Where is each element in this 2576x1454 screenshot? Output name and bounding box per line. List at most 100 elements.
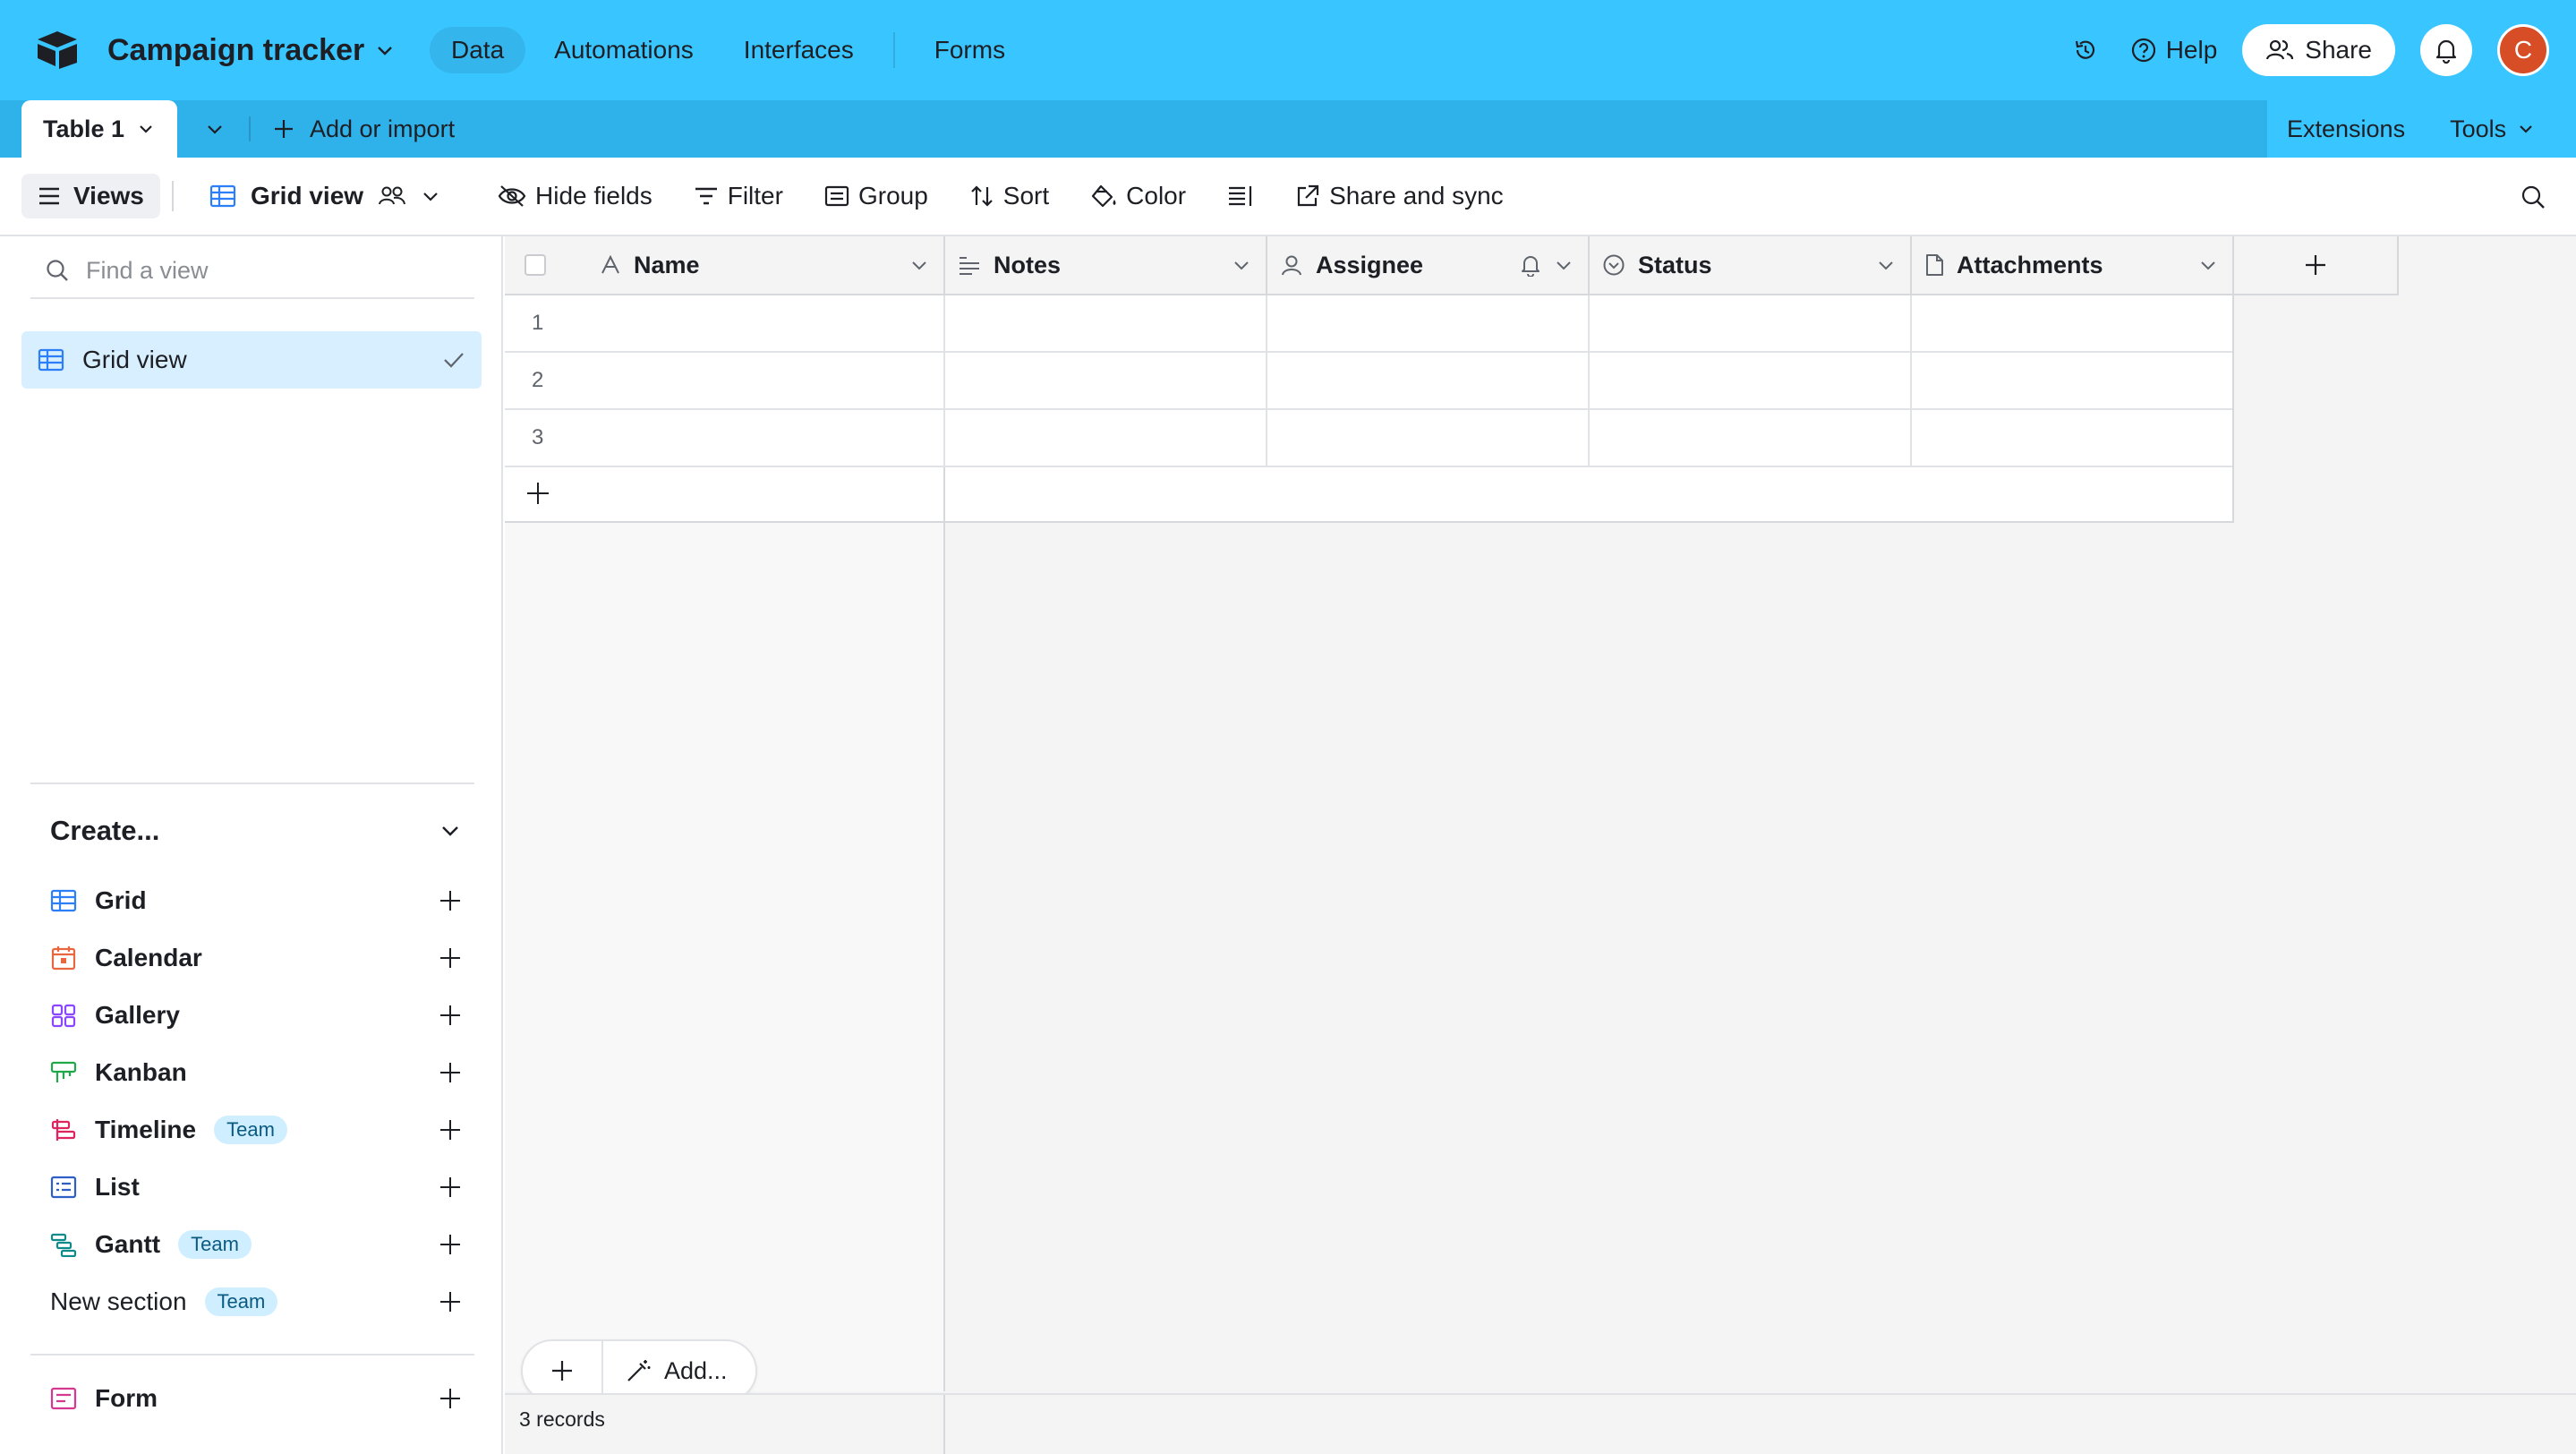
plus-icon xyxy=(439,946,462,970)
column-header-attachments[interactable]: Attachments xyxy=(1912,236,2234,295)
cell-notes[interactable] xyxy=(945,410,1267,466)
table-row[interactable]: 3 xyxy=(505,410,2232,467)
base-title[interactable]: Campaign tracker xyxy=(107,27,395,73)
plus-icon xyxy=(439,889,462,912)
hide-fields-button[interactable]: Hide fields xyxy=(485,174,665,218)
tab-table-1[interactable]: Table 1 xyxy=(21,100,177,158)
column-status-label: Status xyxy=(1638,251,1712,278)
share-button[interactable]: Share xyxy=(2242,24,2395,76)
tools-button[interactable]: Tools xyxy=(2450,115,2535,143)
create-calendar-item[interactable]: Calendar xyxy=(50,929,462,987)
filter-button[interactable]: Filter xyxy=(681,174,796,218)
help-button[interactable]: Help xyxy=(2130,36,2217,64)
cell-notes[interactable] xyxy=(945,295,1267,351)
cell-name[interactable] xyxy=(505,295,945,351)
column-header-status[interactable]: Status xyxy=(1590,236,1912,295)
create-new-section-item[interactable]: New section Team xyxy=(50,1273,462,1330)
cell-status[interactable] xyxy=(1590,353,1912,408)
sidebar-divider xyxy=(30,783,474,784)
view-toolbar: Views Grid view Hide fields Filter Group… xyxy=(0,158,2576,236)
menu-icon xyxy=(38,186,61,206)
create-item-label: Gallery xyxy=(95,1001,180,1029)
grid-edge xyxy=(2232,295,2234,523)
create-list-item[interactable]: List xyxy=(50,1159,462,1216)
sidebar-divider xyxy=(30,1354,474,1356)
view-name-label: Grid view xyxy=(251,182,364,210)
cell-attachments[interactable] xyxy=(1912,410,2232,466)
bell-icon[interactable] xyxy=(1520,253,1541,277)
views-toggle-button[interactable]: Views xyxy=(21,174,160,218)
frozen-divider xyxy=(943,1395,945,1454)
cell-status[interactable] xyxy=(1590,410,1912,466)
column-header-notes[interactable]: Notes xyxy=(945,236,1267,295)
create-kanban-item[interactable]: Kanban xyxy=(50,1044,462,1101)
create-item-label: Calendar xyxy=(95,944,202,971)
add-or-import-button[interactable]: Add or import xyxy=(272,100,455,158)
group-button[interactable]: Group xyxy=(812,174,941,218)
app-header: Campaign tracker Data Automations Interf… xyxy=(0,0,2576,100)
create-gantt-item[interactable]: Gantt Team xyxy=(50,1216,462,1273)
create-item-label: Kanban xyxy=(95,1058,187,1086)
plus-icon xyxy=(439,1004,462,1027)
cell-assignee[interactable] xyxy=(1267,410,1590,466)
cell-status[interactable] xyxy=(1590,295,1912,351)
find-view-search[interactable]: Find a view xyxy=(30,244,474,299)
row-height-icon[interactable] xyxy=(1215,174,1267,218)
add-or-import-label: Add or import xyxy=(310,115,456,142)
paint-bucket-icon xyxy=(1090,184,1117,209)
chevron-down-icon[interactable] xyxy=(1232,255,1251,275)
create-section-toggle[interactable]: Create... xyxy=(50,806,462,856)
create-grid-item[interactable]: Grid xyxy=(50,872,462,929)
create-form-item[interactable]: Form xyxy=(50,1370,462,1427)
table-row[interactable]: 1 xyxy=(505,295,2232,353)
chevron-down-icon[interactable] xyxy=(1876,255,1896,275)
cell-attachments[interactable] xyxy=(1912,353,2232,408)
nav-interfaces[interactable]: Interfaces xyxy=(722,27,875,73)
cell-name[interactable] xyxy=(505,353,945,408)
plus-icon xyxy=(439,1387,462,1410)
column-header-assignee[interactable]: Assignee xyxy=(1267,236,1590,295)
cell-name[interactable] xyxy=(505,410,945,466)
chevron-down-icon[interactable] xyxy=(909,255,929,275)
nav-forms[interactable]: Forms xyxy=(913,27,1027,73)
search-icon[interactable] xyxy=(2513,177,2553,217)
table-row[interactable]: 2 xyxy=(505,353,2232,410)
user-avatar[interactable]: C xyxy=(2497,24,2549,76)
cell-assignee[interactable] xyxy=(1267,295,1590,351)
cell-notes[interactable] xyxy=(945,353,1267,408)
team-badge: Team xyxy=(214,1116,287,1144)
airtable-logo-icon[interactable] xyxy=(34,29,81,70)
column-header-name[interactable]: Name xyxy=(505,236,945,295)
table-tab-bar: Table 1 Add or import Extensions Tools xyxy=(0,100,2576,158)
color-button[interactable]: Color xyxy=(1078,174,1198,218)
grid-view: Name Notes Assignee Status Attachments 1… xyxy=(505,236,2576,1454)
chevron-down-icon[interactable] xyxy=(2198,255,2218,275)
select-all-checkbox[interactable] xyxy=(525,254,546,276)
nav-automations[interactable]: Automations xyxy=(533,27,715,73)
share-and-sync-button[interactable]: Share and sync xyxy=(1283,174,1516,218)
cell-attachments[interactable] xyxy=(1912,295,2232,351)
tools-label: Tools xyxy=(2450,115,2507,142)
header-actions: Help Share C xyxy=(2066,23,2549,77)
plus-icon xyxy=(2303,252,2328,278)
nav-divider xyxy=(892,32,895,68)
frozen-divider xyxy=(943,467,945,523)
notifications-button[interactable] xyxy=(2420,24,2472,76)
history-icon[interactable] xyxy=(2066,30,2105,70)
create-timeline-item[interactable]: Timeline Team xyxy=(50,1101,462,1159)
sort-button[interactable]: Sort xyxy=(957,174,1062,218)
create-gallery-item[interactable]: Gallery xyxy=(50,987,462,1044)
create-heading: Create... xyxy=(50,815,160,846)
cell-assignee[interactable] xyxy=(1267,353,1590,408)
view-name-menu[interactable]: Grid view xyxy=(209,174,440,218)
views-sidebar: Find a view Grid view Create... Grid Cal… xyxy=(0,236,503,1454)
extensions-button[interactable]: Extensions xyxy=(2287,115,2405,143)
long-text-icon xyxy=(958,255,981,275)
add-record-row[interactable] xyxy=(505,467,2232,523)
sidebar-view-grid-view[interactable]: Grid view xyxy=(21,331,482,389)
all-tables-chevron-icon[interactable] xyxy=(195,109,235,149)
chevron-down-icon[interactable] xyxy=(1554,255,1574,275)
share-and-sync-label: Share and sync xyxy=(1329,182,1504,210)
add-field-button[interactable] xyxy=(2234,236,2399,295)
nav-data[interactable]: Data xyxy=(430,27,526,73)
